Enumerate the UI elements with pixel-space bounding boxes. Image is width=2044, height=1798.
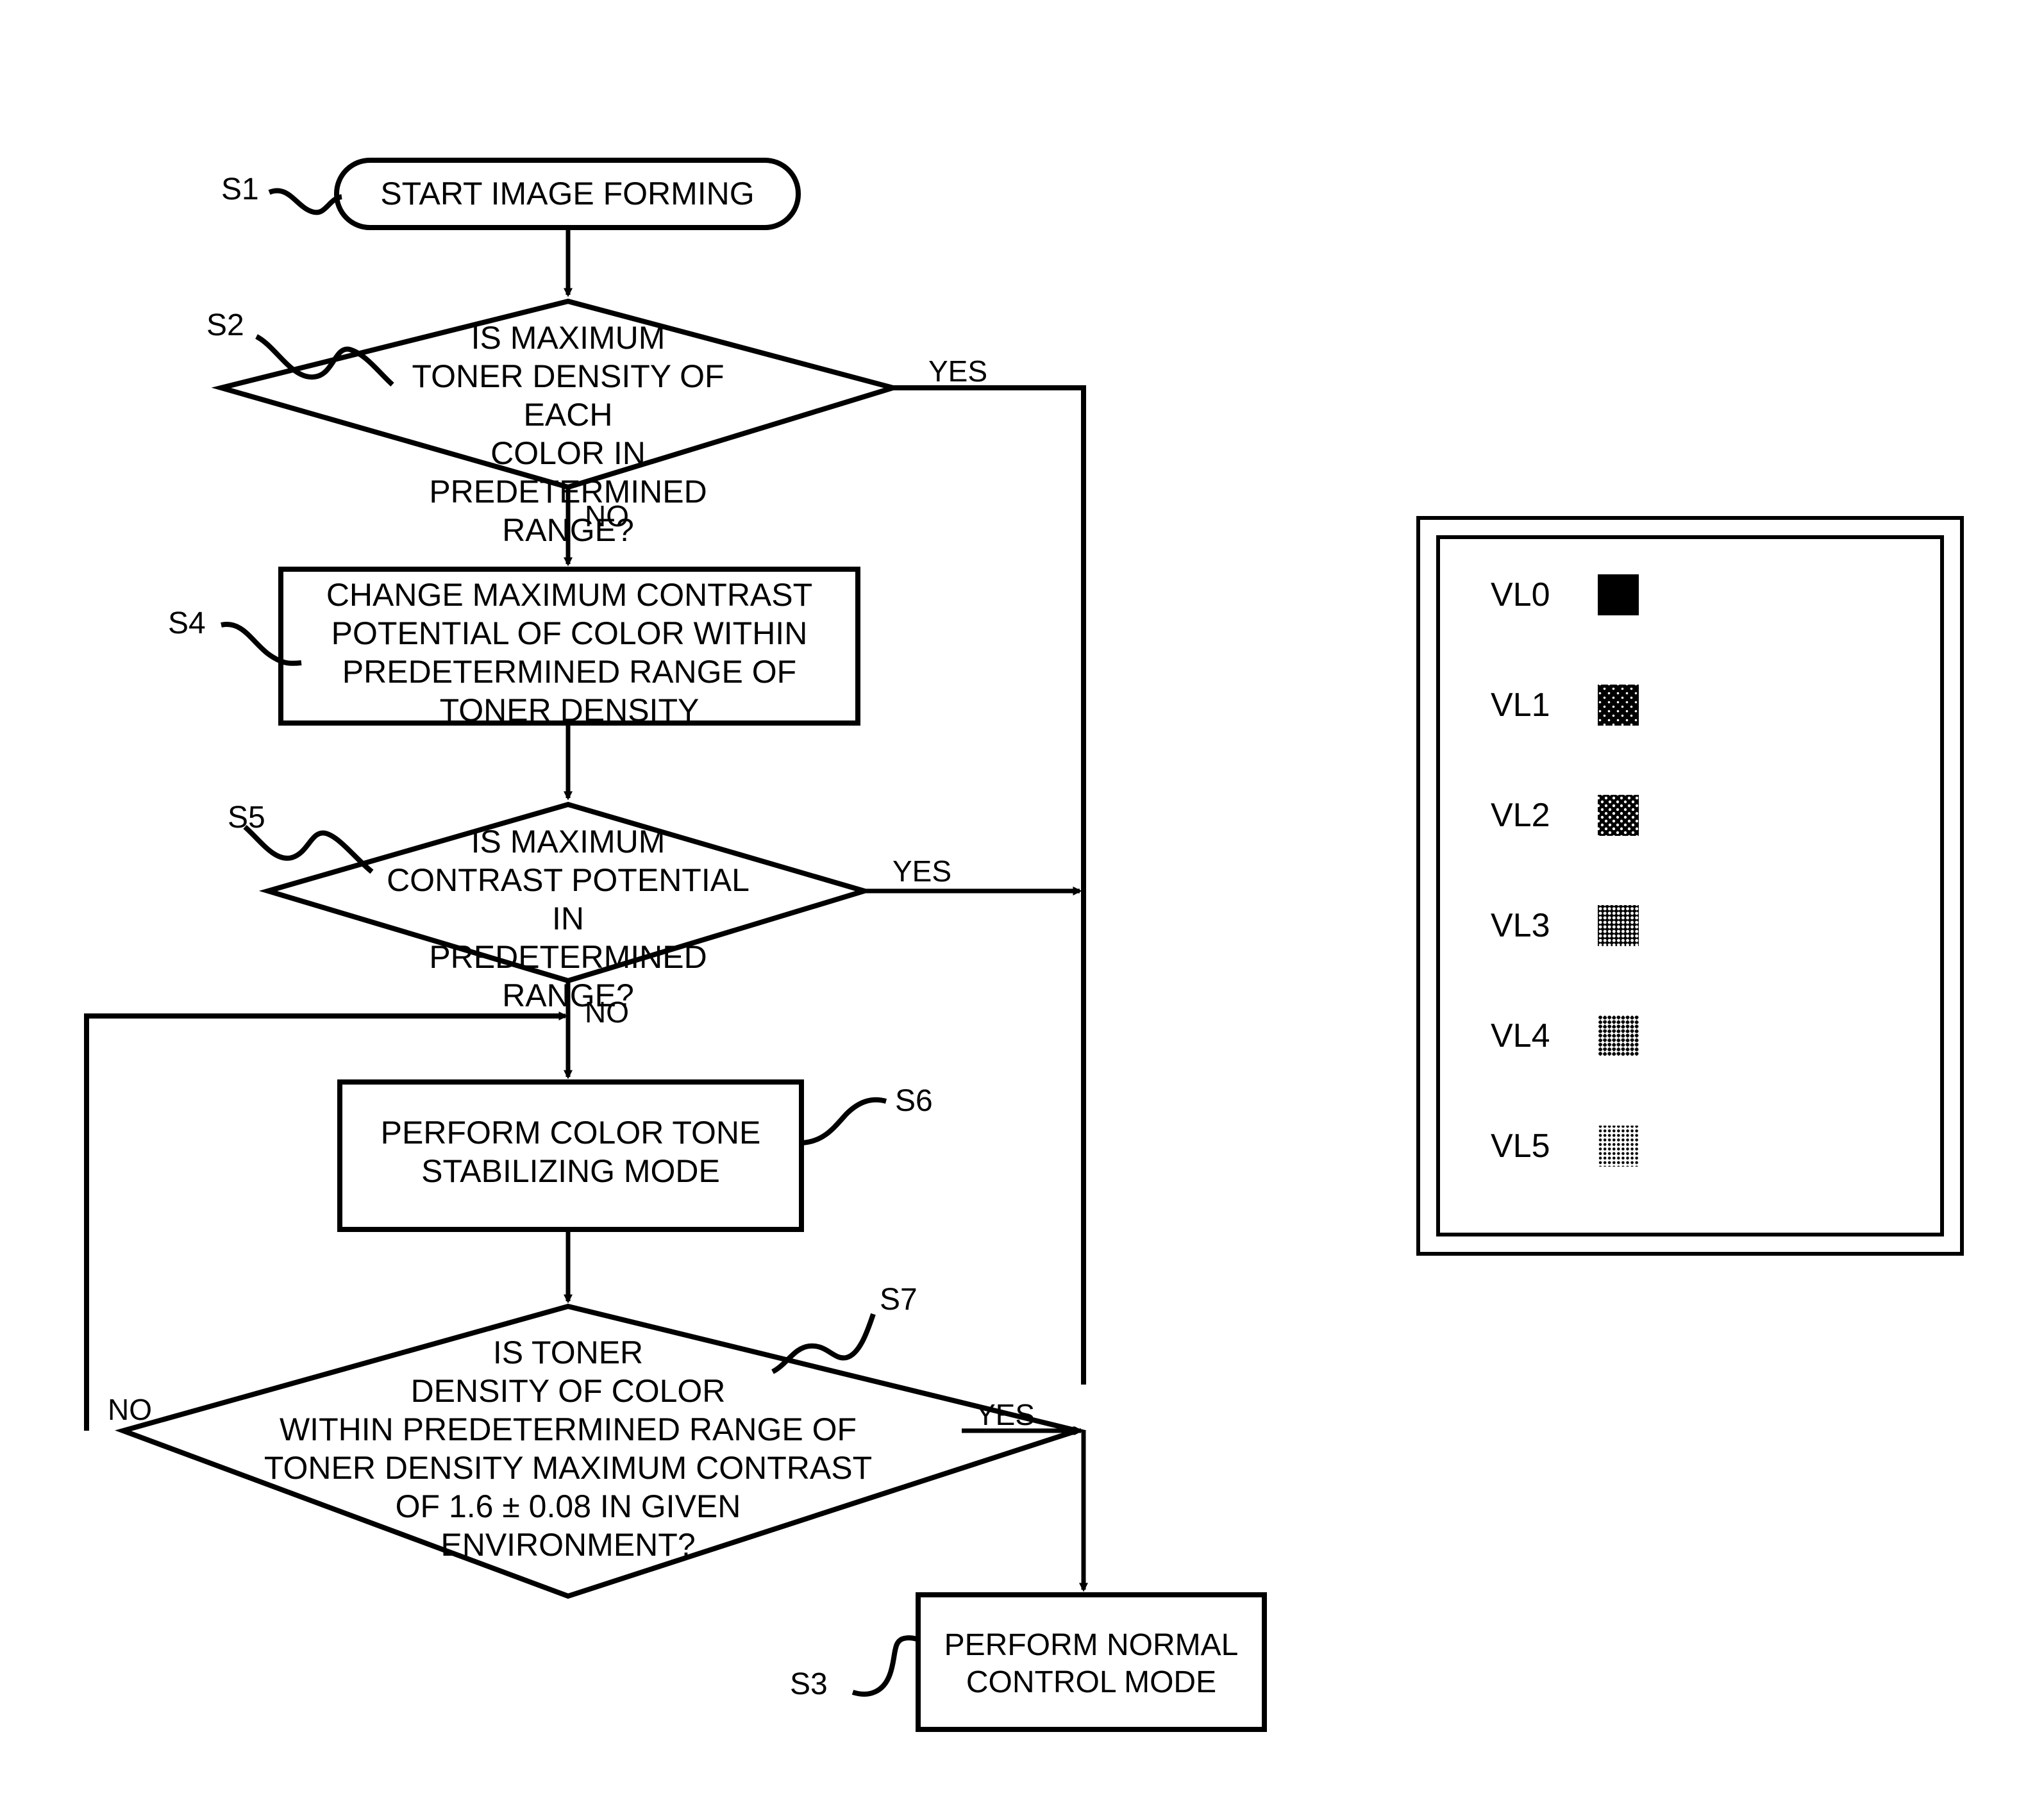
step-label-s2: S2 [206, 308, 244, 342]
step-label-s7: S7 [880, 1283, 917, 1317]
legend-swatch-vl2 [1598, 795, 1639, 836]
legend-swatch-vl0 [1598, 574, 1639, 615]
legend-label-vl2: VL2 [1491, 797, 1550, 834]
node-s2-shape [211, 298, 903, 490]
node-s3-shape [916, 1592, 1267, 1732]
edge-label-s7-no: NO [108, 1393, 152, 1426]
node-s6-shape [337, 1079, 804, 1232]
step-label-s5: S5 [228, 801, 265, 835]
figure-canvas: START IMAGE FORMING IS MAXIMUM TONER DEN… [0, 0, 2044, 1798]
leader-line-s1 [268, 188, 343, 215]
step-label-s4: S4 [168, 606, 206, 640]
leader-line-s4 [221, 622, 302, 666]
step-label-s3: S3 [790, 1667, 828, 1701]
legend-label-vl1: VL1 [1491, 687, 1550, 724]
step-label-s1: S1 [221, 172, 259, 206]
node-s7-shape [115, 1303, 1087, 1599]
leader-line-s3 [851, 1635, 920, 1697]
legend-label-vl4: VL4 [1491, 1017, 1550, 1054]
flowchart-graphics [84, 158, 1964, 1732]
legend-swatch-vl5 [1598, 1126, 1639, 1167]
edge-label-s2-yes: YES [928, 354, 988, 388]
node-s5-shape [258, 801, 874, 984]
legend-label-vl3: VL3 [1491, 907, 1550, 944]
node-s1-shape [334, 158, 801, 230]
node-s4-shape [278, 567, 860, 726]
legend-label-vl5: VL5 [1491, 1128, 1550, 1165]
edge-label-s7-yes: YES [976, 1398, 1035, 1431]
edge-label-s5-yes: YES [892, 854, 952, 888]
leader-line-s7 [771, 1313, 876, 1374]
legend-swatch-vl3 [1598, 905, 1639, 946]
step-label-s6: S6 [895, 1084, 933, 1118]
edge-label-s2-no: NO [585, 499, 629, 533]
leader-line-s6 [801, 1097, 887, 1145]
legend-label-vl0: VL0 [1491, 576, 1550, 613]
legend-swatch-vl1 [1598, 685, 1639, 726]
legend-swatch-vl4 [1598, 1015, 1639, 1056]
edge-label-s5-no: NO [585, 995, 629, 1029]
edge-feedback-loop [84, 1013, 563, 1431]
